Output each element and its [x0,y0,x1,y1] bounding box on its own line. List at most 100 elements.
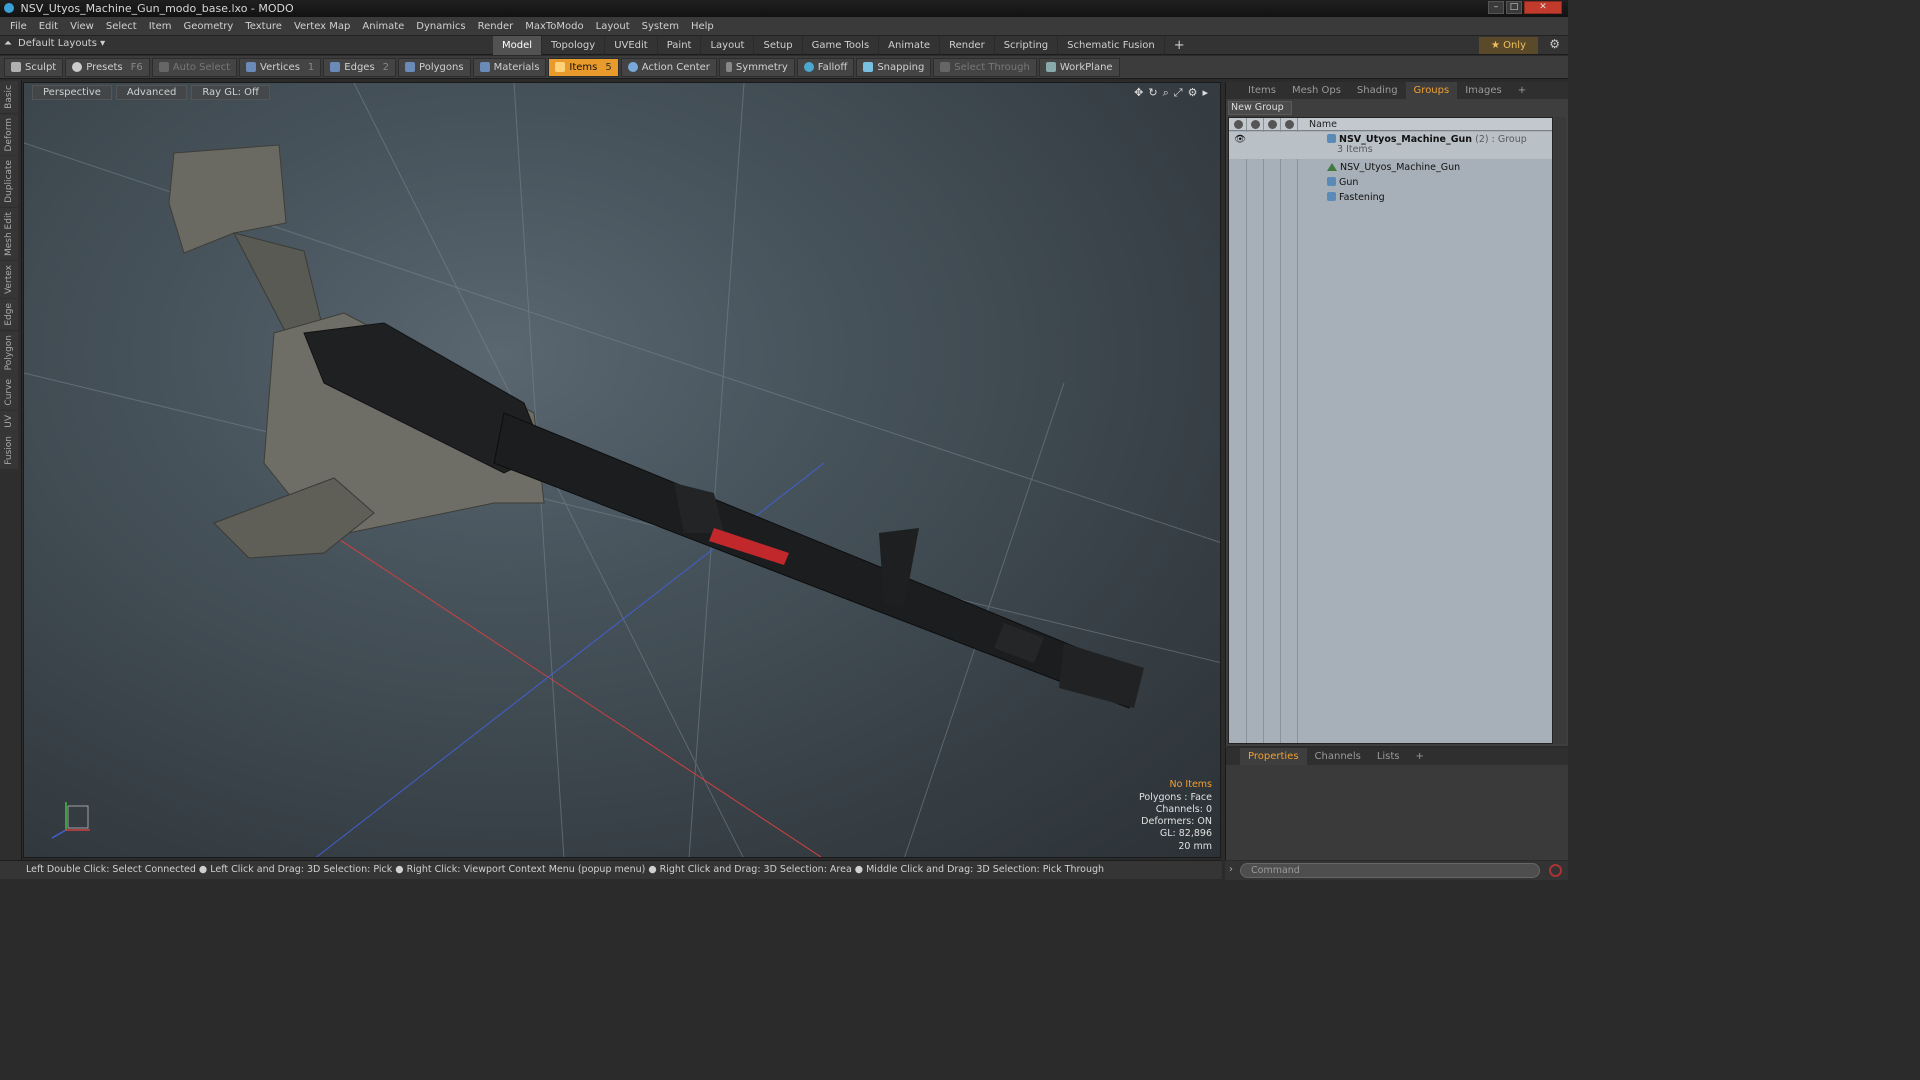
menu-maxtomodo[interactable]: MaxToModo [519,21,589,32]
edges-button[interactable]: Edges 2 [323,57,397,77]
tab-game-tools[interactable]: Game Tools [803,36,880,55]
menu-layout[interactable]: Layout [590,21,636,32]
rotate-icon[interactable]: ↻ [1148,86,1157,100]
visibility-column-icon[interactable] [1234,120,1243,129]
zoom-icon[interactable]: ⌕ [1163,86,1169,100]
items-button[interactable]: Items 5 [548,57,619,77]
sculpt-button[interactable]: Sculpt [4,57,64,77]
tab-mesh-ops[interactable]: Mesh Ops [1284,82,1349,99]
stats-deformers: Deformers: ON [1141,816,1212,828]
side-tab-vertex[interactable]: Vertex [0,261,18,299]
auto-select-button[interactable]: Auto Select [151,57,238,77]
tab-lists[interactable]: Lists [1369,748,1408,765]
polygons-button[interactable]: Polygons [398,57,471,77]
tab-channels[interactable]: Channels [1307,748,1369,765]
tab-render[interactable]: Render [940,36,995,55]
expand-arrow-icon[interactable]: ▸ [1202,86,1208,100]
menu-select[interactable]: Select [100,21,143,32]
tab-groups[interactable]: Groups [1405,82,1458,99]
side-tab-mesh-edit[interactable]: Mesh Edit [0,208,18,261]
select-through-icon [940,62,951,72]
menu-edit[interactable]: Edit [33,21,64,32]
tree-scrollbar[interactable] [1554,117,1566,744]
vertices-button[interactable]: Vertices 1 [239,57,322,77]
group-row[interactable]: 👁 NSV_Utyos_Machine_Gun (2) : Group 3 It… [1229,132,1552,159]
tab-topology[interactable]: Topology [542,36,606,55]
select-through-button[interactable]: Select Through [933,57,1037,77]
fit-icon[interactable]: ⤢ [1174,86,1183,100]
shading-mode-button[interactable]: Advanced [115,84,188,100]
falloff-button[interactable]: Falloff [796,57,855,77]
menu-system[interactable]: System [636,21,685,32]
raygl-button[interactable]: Ray GL: Off [191,84,270,100]
side-tab-polygon[interactable]: Polygon [0,330,18,375]
default-layouts-dropdown[interactable]: ⏶ Default Layouts ▾ [4,38,105,49]
list-item[interactable]: NSV_Utyos_Machine_Gun [1229,160,1552,175]
lock-column-icon[interactable] [1268,120,1277,129]
only-toggle[interactable]: ★ Only [1478,37,1538,54]
menu-view[interactable]: View [64,21,100,32]
gear-icon[interactable]: ⚙ [1549,37,1560,51]
symmetry-button[interactable]: Symmetry [718,57,795,77]
tab-animate[interactable]: Animate [879,36,941,55]
name-column-header: Name [1309,119,1338,130]
viewport-header: Perspective Advanced Ray GL: Off [24,83,1220,101]
group-icon [1327,134,1336,143]
menu-dynamics[interactable]: Dynamics [410,21,471,32]
maximize-button[interactable]: □ [1506,1,1522,14]
panel-tabs: Items Mesh Ops Shading Groups Images + [1226,82,1568,99]
menu-file[interactable]: File [4,21,33,32]
add-properties-tab-icon[interactable]: + [1408,748,1432,765]
minimize-button[interactable]: – [1488,1,1504,14]
select-column-icon[interactable] [1285,120,1294,129]
action-center-button[interactable]: Action Center [620,57,717,77]
side-tab-duplicate[interactable]: Duplicate [0,156,18,208]
tab-items[interactable]: Items [1240,82,1284,99]
add-panel-tab-icon[interactable]: + [1510,82,1534,99]
side-tab-uv[interactable]: UV [0,410,18,432]
command-input[interactable]: Command [1240,863,1540,878]
record-macro-icon[interactable] [1549,864,1562,877]
view-mode-button[interactable]: Perspective [32,84,112,100]
menu-vertex-map[interactable]: Vertex Map [288,21,356,32]
pan-icon[interactable]: ✥ [1134,86,1143,100]
list-item[interactable]: Gun [1229,175,1552,190]
snapping-button[interactable]: Snapping [856,57,932,77]
side-tab-curve[interactable]: Curve [0,375,18,410]
command-arrow-icon[interactable]: › [1229,864,1233,875]
tab-paint[interactable]: Paint [658,36,702,55]
side-tab-edge[interactable]: Edge [0,299,18,330]
tab-model[interactable]: Model [493,36,543,55]
materials-button[interactable]: Materials [472,57,547,77]
tab-setup[interactable]: Setup [754,36,803,55]
tab-scripting[interactable]: Scripting [995,36,1059,55]
menu-texture[interactable]: Texture [239,21,288,32]
side-tab-basic[interactable]: Basic [0,81,18,113]
tab-schematic-fusion[interactable]: Schematic Fusion [1058,36,1165,55]
tab-uvedit[interactable]: UVEdit [605,36,658,55]
workplane-button[interactable]: WorkPlane [1038,57,1120,77]
menu-geometry[interactable]: Geometry [177,21,239,32]
tab-layout[interactable]: Layout [701,36,755,55]
close-button[interactable]: ✕ [1524,1,1562,14]
presets-button[interactable]: Presets F6 [65,57,150,77]
menu-help[interactable]: Help [685,21,720,32]
viewport-settings-icon[interactable]: ⚙ [1188,86,1198,100]
group-tree: Name 👁 NSV_Utyos_Machine_Gun (2) : Group… [1228,117,1553,744]
add-tab-icon[interactable]: + [1165,36,1194,55]
3d-viewport[interactable]: Perspective Advanced Ray GL: Off ✥ ↻ ⌕ ⤢… [23,82,1221,858]
stats-gl: GL: 82,896 [1159,828,1212,840]
eye-icon[interactable]: 👁 [1234,132,1246,147]
new-group-button[interactable]: New Group [1228,101,1292,115]
tab-images[interactable]: Images [1457,82,1510,99]
tab-shading[interactable]: Shading [1349,82,1406,99]
tab-properties[interactable]: Properties [1240,748,1307,765]
render-column-icon[interactable] [1251,120,1260,129]
menu-render[interactable]: Render [472,21,520,32]
menu-item[interactable]: Item [143,21,178,32]
menu-animate[interactable]: Animate [356,21,410,32]
side-tab-fusion[interactable]: Fusion [0,432,18,470]
side-tab-deform[interactable]: Deform [0,113,18,156]
list-item[interactable]: Fastening [1229,190,1552,205]
layout-arrow-icon: ⏶ [4,38,12,49]
